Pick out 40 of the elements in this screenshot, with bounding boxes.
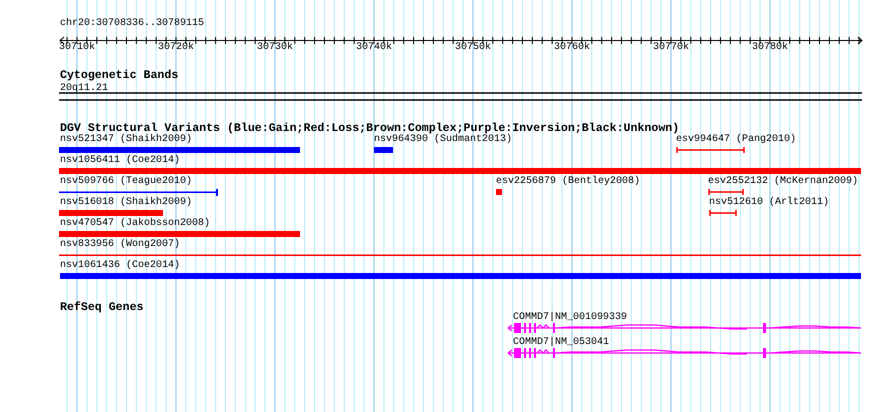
variant-bar[interactable]	[59, 147, 300, 153]
variant-bar[interactable]	[60, 273, 861, 279]
variant-line[interactable]	[59, 189, 218, 196]
variant-range-line[interactable]	[708, 188, 744, 196]
gene-model-drawing[interactable]	[507, 323, 862, 333]
track-title: RefSeq Genes	[60, 301, 144, 314]
variant-label: nsv964390 (Sudmant2013)	[374, 134, 512, 145]
track-title: Cytogenetic Bands	[60, 69, 178, 82]
variant-bar[interactable]	[59, 231, 300, 237]
ruler-tick-label: 30750k	[454, 42, 491, 53]
variant-label: esv994647 (Pang2010)	[676, 134, 796, 145]
variant-label: nsv509766 (Teague2010)	[60, 176, 192, 187]
gene-model-drawing[interactable]	[507, 348, 862, 358]
variant-label: nsv516018 (Shaikh2009)	[60, 197, 192, 208]
variant-range-line[interactable]	[676, 146, 745, 154]
ruler-tick-label: 30780k	[752, 42, 788, 53]
ruler-tick-label: 30720k	[158, 42, 194, 53]
variant-bar[interactable]	[59, 168, 861, 174]
variant-label: nsv470547 (Jakobsson2008)	[60, 218, 210, 229]
variant-label: nsv1061436 (Coe2014)	[60, 260, 180, 271]
ruler-tick-label: 30710k	[58, 42, 95, 53]
variant-label: nsv1056411 (Coe2014)	[60, 155, 180, 166]
ruler-tick-label: 30740k	[356, 42, 392, 53]
location-label: chr20:30708336..30789115	[60, 18, 204, 29]
variant-label: nsv512610 (Arlt2011)	[709, 197, 830, 208]
variant-label: esv2552132 (McKernan2009)	[708, 176, 858, 187]
variant-bar[interactable]	[374, 147, 393, 153]
gene-label: COMMD7|NM_001099339	[513, 312, 628, 323]
variant-label: nsv833956 (Wong2007)	[60, 239, 180, 250]
variant-bar[interactable]	[496, 189, 502, 195]
gene-label: COMMD7|NM_053041	[513, 337, 610, 348]
ruler-tick-label: 30770k	[652, 42, 689, 53]
variant-bar[interactable]	[59, 210, 163, 216]
track-title: DGV Structural Variants (Blue:Gain;Red:Loss;Brown:Complex;Purple:Inversion;Black:Unknown)	[60, 122, 680, 135]
band-label: 20q11.21	[60, 83, 108, 94]
variant-range-line[interactable]	[709, 209, 737, 217]
ruler-tick-label: 30760k	[554, 42, 590, 53]
variant-label: esv2256879 (Bentley2008)	[496, 176, 640, 187]
ruler-tick-label: 30730k	[256, 42, 293, 53]
variant-label: nsv521347 (Shaikh2009)	[60, 134, 192, 145]
